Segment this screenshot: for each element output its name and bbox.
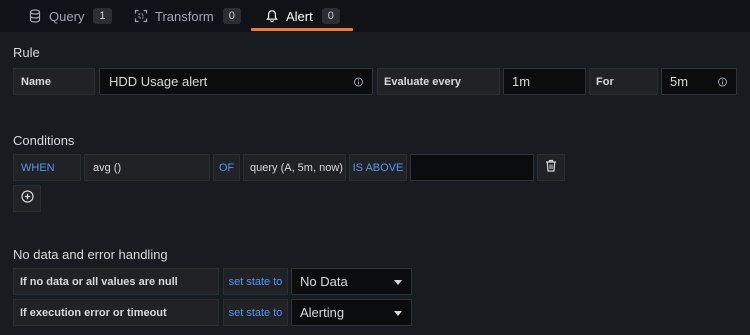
caret-down-icon xyxy=(394,310,402,316)
threshold-input[interactable] xyxy=(410,154,534,181)
add-condition-button[interactable] xyxy=(13,185,41,212)
transform-icon xyxy=(134,9,148,23)
condition-query[interactable]: query (A, 5m, now) xyxy=(243,154,346,181)
nodata-set-state-label: set state to xyxy=(223,268,288,295)
error-state-select[interactable]: Alerting xyxy=(291,299,412,326)
trash-icon xyxy=(545,159,557,177)
rule-name-input[interactable]: HDD Usage alert xyxy=(99,68,373,95)
nodata-state-select[interactable]: No Data xyxy=(291,268,412,295)
error-condition-label: If execution error or timeout xyxy=(13,299,219,326)
nodata-section-title: No data and error handling xyxy=(13,247,168,262)
condition-reducer[interactable]: avg () xyxy=(84,154,210,181)
plus-circle-icon xyxy=(20,189,34,208)
condition-of-keyword: OF xyxy=(213,154,240,181)
caret-down-icon xyxy=(394,279,402,285)
for-label: For xyxy=(589,68,658,95)
error-set-state-label: set state to xyxy=(223,299,288,326)
bell-icon xyxy=(265,9,279,23)
tab-alert-label: Alert xyxy=(286,8,313,24)
delete-condition-button[interactable] xyxy=(537,154,565,181)
info-icon[interactable] xyxy=(718,77,727,86)
error-state-value: Alerting xyxy=(300,305,345,320)
tab-query-label: Query xyxy=(49,8,85,24)
tab-transform-label: Transform xyxy=(155,8,214,24)
database-icon xyxy=(28,9,42,23)
editor-tabs: Query 1 Transform 0 Alert 0 xyxy=(0,0,750,32)
active-tab-indicator xyxy=(251,28,353,31)
rule-name-value: HDD Usage alert xyxy=(109,74,208,89)
tab-transform-count: 0 xyxy=(222,8,241,24)
condition-when-keyword: WHEN xyxy=(13,154,81,181)
rule-name-label: Name xyxy=(13,68,95,95)
nodata-state-value: No Data xyxy=(300,274,348,289)
for-input[interactable]: 5m xyxy=(661,68,737,95)
tab-query[interactable]: Query 1 xyxy=(28,0,112,32)
info-icon[interactable] xyxy=(354,77,363,86)
tab-transform[interactable]: Transform 0 xyxy=(134,0,241,32)
evaluate-every-label: Evaluate every xyxy=(377,68,500,95)
condition-evaluator[interactable]: IS ABOVE xyxy=(349,154,407,181)
rule-section-title: Rule xyxy=(13,45,40,60)
tab-query-count: 1 xyxy=(93,8,112,24)
for-value: 5m xyxy=(670,74,689,89)
alert-panel: Rule Name HDD Usage alert Evaluate every… xyxy=(0,32,750,335)
conditions-section-title: Conditions xyxy=(13,133,75,148)
nodata-condition-label: If no data or all values are null xyxy=(13,268,219,295)
tab-alert-count: 0 xyxy=(321,8,340,24)
evaluate-every-input[interactable]: 1m xyxy=(503,68,586,95)
evaluate-every-value: 1m xyxy=(512,74,531,89)
